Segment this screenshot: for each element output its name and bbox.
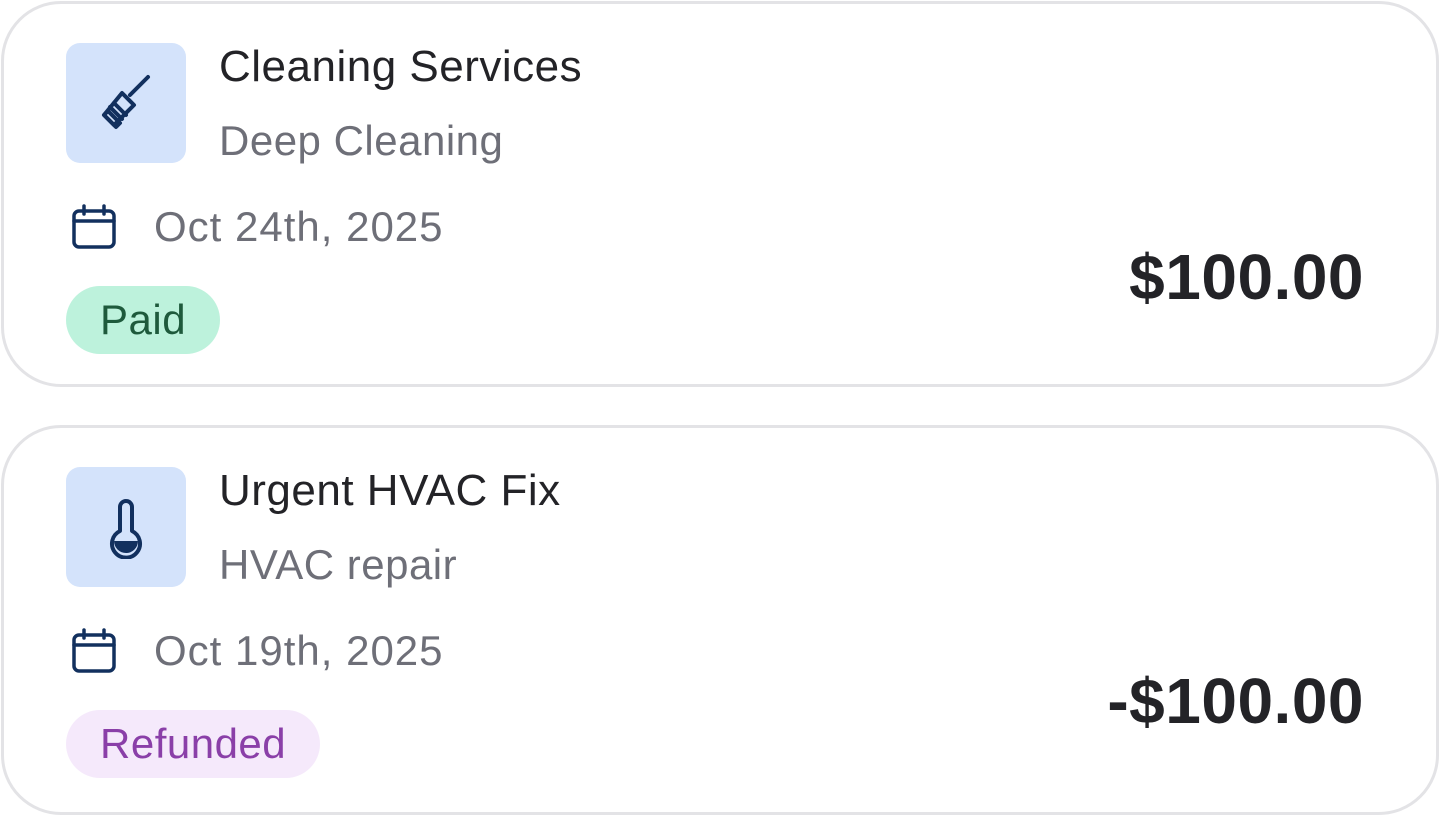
service-icon-tile xyxy=(66,467,186,587)
calendar-icon xyxy=(72,204,116,249)
status-badge: Paid xyxy=(66,286,221,354)
transaction-card[interactable]: Urgent HVAC Fix HVAC repair Oct 19th, 20… xyxy=(1,425,1439,815)
broom-icon xyxy=(102,75,150,129)
transaction-amount: -$100.00 xyxy=(1107,665,1364,737)
transaction-date: Oct 24th, 2025 xyxy=(154,203,444,250)
service-subtitle: HVAC repair xyxy=(219,541,458,588)
service-subtitle: Deep Cleaning xyxy=(219,117,504,164)
calendar-icon xyxy=(72,628,116,673)
thermometer-icon xyxy=(110,499,142,559)
service-title: Urgent HVAC Fix xyxy=(219,466,561,515)
transaction-card[interactable]: Cleaning Services Deep Cleaning Oct 24th… xyxy=(1,1,1439,387)
service-title: Cleaning Services xyxy=(219,42,583,91)
transaction-date: Oct 19th, 2025 xyxy=(154,627,444,674)
transaction-amount: $100.00 xyxy=(1129,241,1364,313)
status-badge: Refunded xyxy=(66,710,321,778)
service-icon-tile xyxy=(66,43,186,163)
